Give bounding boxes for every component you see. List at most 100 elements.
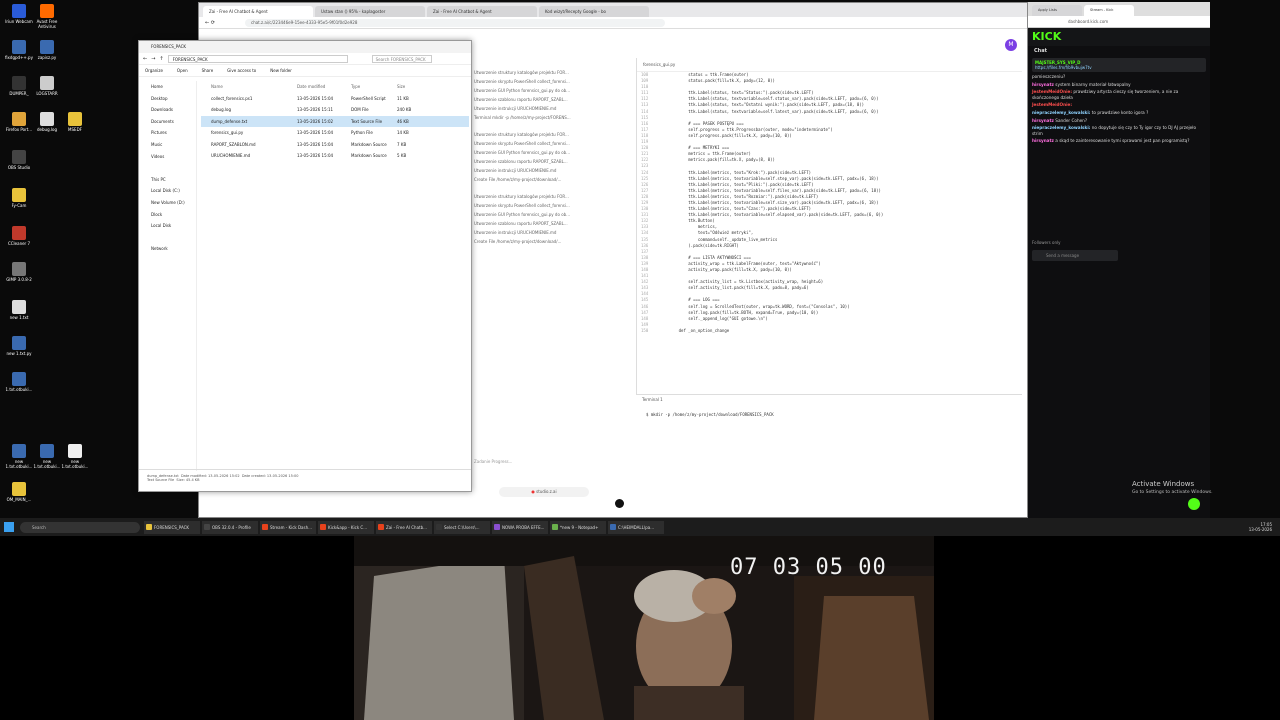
chat-step[interactable]: Create File /home/z/my-project/download/… — [472, 175, 632, 184]
desktop-icon[interactable]: LOGSTARR — [32, 76, 62, 96]
browser-tab[interactable]: Zai - Free AI Chatbot & Agent — [427, 6, 537, 17]
taskbar-app[interactable]: NOWA PROBA EFFE... — [492, 520, 548, 534]
nav-item[interactable]: Desktop — [139, 93, 196, 105]
clock[interactable]: 17:05 13-05-2026 — [1249, 522, 1272, 532]
chat-username[interactable]: hirsynatz — [1032, 138, 1054, 143]
chat-step[interactable]: Utworzenie szablonu raportu RAPORT_SZABL… — [472, 95, 632, 104]
explorer-tool[interactable]: Organize — [145, 68, 163, 73]
nav-item[interactable] — [139, 162, 196, 174]
col-size[interactable]: Size — [397, 84, 427, 89]
browser-tab[interactable]: Kod wizyt/Recepty Google - bo — [539, 6, 649, 17]
url-field[interactable]: chat.z.ai/c/223446e9-15ee-4333-95e5-9f01… — [245, 18, 665, 27]
nav-item[interactable]: Home — [139, 81, 196, 93]
chat-step[interactable]: Utworzenie instrukcji URUCHOMIENIE.md — [472, 104, 632, 113]
nav-item[interactable]: Pictures — [139, 127, 196, 139]
kick-fab-icon[interactable] — [1188, 498, 1200, 510]
chat-step[interactable]: Utworzenie skryptu PowerShell collect_fo… — [472, 201, 632, 210]
desktop-icon[interactable]: Iriun Webcam — [4, 4, 34, 24]
forward-icon[interactable]: → — [151, 56, 155, 62]
desktop-icon[interactable]: new 1.txt.py — [4, 336, 34, 356]
col-date[interactable]: Date modified — [297, 84, 351, 89]
file-row[interactable]: RAPORT_SZABLON.md 13-05-2026 15:04 Markdow… — [201, 139, 469, 151]
taskbar-app[interactable]: Zai - Free AI Chatb... — [376, 520, 432, 534]
col-type[interactable]: Type — [351, 84, 397, 89]
desktop-icon[interactable]: zapisz.py — [32, 40, 62, 60]
chat-username[interactable]: JestemMeidOnie: — [1032, 102, 1072, 107]
file-row[interactable]: URUCHOMIENIE.md 13-05-2026 15:04 Markdown … — [201, 150, 469, 162]
desktop-icon[interactable]: CCleaner 7 — [4, 226, 34, 246]
taskbar-search[interactable]: Search — [20, 521, 140, 533]
back-icon[interactable]: ← — [143, 56, 147, 62]
explorer-tool[interactable]: Open — [177, 68, 188, 73]
desktop-icon[interactable]: fixdgpd++.py — [4, 40, 34, 60]
code-file-tab[interactable]: forensics_gui.py — [637, 58, 1022, 72]
desktop-icon[interactable]: GIMP 3.0.8-2 — [4, 262, 34, 282]
desktop-icon[interactable]: new 1.txt.otbuki... — [32, 444, 62, 469]
chat-username[interactable]: niepraczelemy_kowalski: — [1032, 110, 1090, 115]
file-row[interactable]: debug.log 13-05-2026 15:11 DOM File 240 KB — [201, 104, 469, 116]
explorer-tool[interactable]: New folder — [270, 68, 292, 73]
nav-item[interactable]: Downloads — [139, 104, 196, 116]
start-icon[interactable] — [4, 522, 14, 532]
desktop-icon[interactable]: new 1.txt.otbuki... — [60, 444, 90, 469]
nav-item[interactable]: Videos — [139, 151, 196, 163]
taskbar-app[interactable]: Stream - Kick Dash... — [260, 520, 316, 534]
chat-step[interactable]: Utworzenie instrukcji URUCHOMIENIE.md — [472, 228, 632, 237]
browser-tab[interactable]: Ustaw stan () 95% - kaplagoster — [315, 6, 425, 17]
file-row[interactable]: forensics_gui.py 13-05-2026 15:04 Python F… — [201, 127, 469, 139]
nav-item[interactable]: Network — [139, 243, 196, 255]
chat-step[interactable]: Utworzenie struktury katalogów projektu … — [472, 192, 632, 201]
up-icon[interactable]: ↑ — [159, 56, 163, 62]
desktop-icon[interactable]: new 1.txt — [4, 300, 34, 320]
back-icon[interactable]: ← — [205, 20, 209, 26]
nav-item[interactable] — [139, 232, 196, 244]
nav-item[interactable]: New Volume (D:) — [139, 197, 196, 209]
desktop-icon[interactable]: Fy-Cam — [4, 188, 34, 208]
taskbar-app[interactable]: FORENSICS_PACK — [144, 520, 200, 534]
avatar[interactable]: M — [1005, 39, 1017, 51]
desktop-icon[interactable]: 1.txt.otbuki... — [4, 372, 34, 392]
taskbar-app[interactable]: Kick&app - Kick C... — [318, 520, 374, 534]
nav-item[interactable]: This PC — [139, 174, 196, 186]
desktop-icon[interactable]: MSEDF — [60, 112, 90, 132]
pinned-link[interactable]: https://files.fm/f/b9vbujw7tv — [1035, 65, 1203, 70]
taskbar-app[interactable]: OBS 32.0.4 - Profile — [202, 520, 258, 534]
chat-step[interactable]: Utworzenie skryptu PowerShell collect_fo… — [472, 77, 632, 86]
nav-item[interactable]: Music — [139, 139, 196, 151]
chat-username[interactable]: niepraczelemy_kowalski: — [1032, 125, 1090, 130]
terminal-tab[interactable]: Terminal 1 — [636, 395, 1022, 404]
taskbar-app[interactable]: Select C:\Users\... — [434, 520, 490, 534]
desktop-icon[interactable]: new 1.txt.otbuki... — [4, 444, 34, 469]
chat-step[interactable]: Utworzenie struktury katalogów projektu … — [472, 68, 632, 77]
kick-url[interactable]: dashboard.kick.com — [1028, 16, 1210, 28]
chat-username[interactable]: hirsynatz — [1032, 118, 1054, 123]
taskbar-app[interactable]: C:\HEIMDALL\pa... — [608, 520, 664, 534]
explorer-path[interactable]: FORENSICS_PACK — [167, 54, 348, 63]
nav-item[interactable]: Dlock — [139, 209, 196, 221]
nav-item[interactable]: Local Disk (C:) — [139, 185, 196, 197]
file-row[interactable]: collect_forensics.ps1 13-05-2026 15:04 Pow… — [201, 93, 469, 105]
kick-tab[interactable]: Apply Lists — [1032, 5, 1082, 16]
chat-step[interactable]: Utworzenie struktury katalogów projektu … — [472, 130, 632, 139]
taskbar-app[interactable]: *new 9 - Notepad+ — [550, 520, 606, 534]
chat-username[interactable]: JestemMeidOnie: — [1032, 89, 1072, 94]
chat-step[interactable]: Utworzenie GUI Python forensics_gui.py d… — [472, 86, 632, 95]
desktop-icon[interactable]: DUMPER_ — [4, 76, 34, 96]
chat-username[interactable]: hirsynatz — [1032, 82, 1054, 87]
chat-step[interactable]: Utworzenie instrukcji URUCHOMIENIE.md — [472, 166, 632, 175]
chat-step[interactable]: Utworzenie szablonu raportu RAPORT_SZABL… — [472, 219, 632, 228]
chat-input[interactable]: Send a message — [1032, 250, 1118, 261]
chat-step[interactable]: Terminal mkdir -p /home/z/my-project/FOR… — [472, 113, 632, 122]
desktop-icon[interactable]: Firefox Port... — [4, 112, 34, 132]
nav-item[interactable]: Local Disk — [139, 220, 196, 232]
chat-step[interactable]: Utworzenie GUI Python forensics_gui.py d… — [472, 210, 632, 219]
desktop-icon[interactable]: Avast Free Antivirus — [32, 4, 62, 29]
explorer-search[interactable]: Search FORENSICS_PACK — [371, 54, 432, 63]
chat-step[interactable]: Utworzenie skryptu PowerShell collect_fo… — [472, 139, 632, 148]
nav-item[interactable]: Documents — [139, 116, 196, 128]
col-name[interactable]: Name — [201, 84, 297, 89]
desktop-icon[interactable]: debug.log — [32, 112, 62, 132]
chat-step[interactable]: Utworzenie GUI Python forensics_gui.py d… — [472, 148, 632, 157]
kick-tab[interactable]: Stream - Kick — [1084, 5, 1134, 16]
explorer-tool[interactable]: Give access to — [227, 68, 256, 73]
